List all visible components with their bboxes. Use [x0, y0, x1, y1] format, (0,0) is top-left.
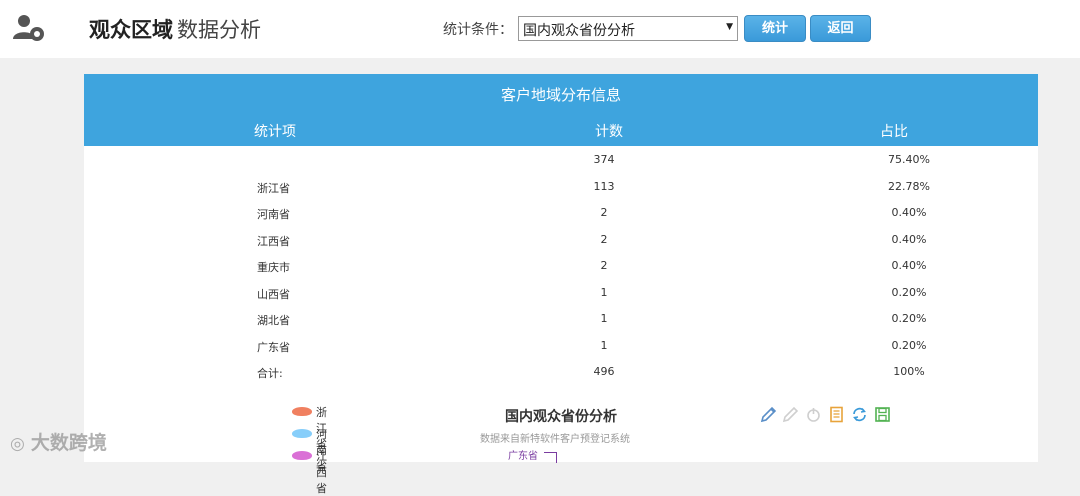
row-percent: 100% — [893, 365, 925, 378]
row-count: 1 — [600, 312, 608, 325]
table-row: 河南省 2 0.40% — [84, 199, 1038, 226]
row-count: 374 — [593, 153, 615, 166]
table-row: 浙江省 113 22.78% — [84, 173, 1038, 200]
back-button[interactable]: 返回 — [810, 15, 871, 42]
row-percent: 0.40% — [891, 232, 927, 246]
dropdown-arrow-icon: ▼ — [726, 22, 733, 32]
filter-select[interactable]: 国内观众省份分析 ▼ — [518, 16, 738, 41]
table-row: 山西省 1 0.20% — [84, 279, 1038, 306]
row-name: 重庆市 — [257, 261, 290, 274]
row-count: 2 — [600, 232, 608, 246]
table-header: 客户地域分布信息 统计项 计数 占比 — [84, 74, 1038, 146]
table-row: 广东省 1 0.20% — [84, 332, 1038, 359]
filter-select-value: 国内观众省份分析 — [523, 23, 635, 39]
legend-label: 江西省 — [316, 450, 327, 495]
map-subtitle: 数据来自新特软件客户预登记系统 — [480, 434, 630, 445]
row-name: 合计: — [257, 367, 283, 380]
pencil-icon[interactable] — [760, 406, 777, 423]
table-row: 湖北省 1 0.20% — [84, 305, 1038, 332]
row-count: 1 — [600, 338, 608, 352]
refresh-icon[interactable] — [851, 406, 868, 423]
table-row: 374 75.40% — [84, 146, 1038, 173]
row-percent: 0.20% — [891, 312, 927, 325]
row-percent: 0.20% — [891, 338, 927, 352]
column-header-percent: 占比 — [880, 124, 908, 140]
legend-swatch — [292, 429, 312, 438]
row-count: 2 — [600, 206, 608, 219]
table-row: 江西省 2 0.40% — [84, 226, 1038, 253]
watermark-text: 大数跨境 — [30, 432, 107, 454]
row-count: 113 — [593, 179, 615, 193]
legend-swatch — [292, 451, 312, 460]
column-header-item: 统计项 — [254, 124, 296, 140]
map-label-line — [544, 452, 557, 463]
row-name: 湖北省 — [257, 314, 290, 327]
row-percent: 75.40% — [888, 153, 930, 166]
row-percent: 0.40% — [891, 259, 927, 272]
map-title-text: 国内观众省份分析 — [505, 409, 617, 425]
row-count: 496 — [593, 365, 615, 378]
map-title: 国内观众省份分析 — [84, 406, 1038, 426]
row-count: 2 — [600, 259, 608, 272]
table-row-total: 合计: 496 100% — [84, 358, 1038, 385]
watermark: ◎ 大数跨境 — [10, 428, 107, 455]
table-body: 374 75.40% 浙江省 113 22.78% 河南省 2 0.40% 江西… — [84, 146, 1038, 385]
row-percent: 0.20% — [891, 285, 927, 299]
page-title-main: 观众区域 — [89, 18, 173, 42]
stat-button[interactable]: 统计 — [744, 15, 806, 42]
result-panel: 客户地域分布信息 统计项 计数 占比 374 75.40% 浙江省 113 22… — [84, 74, 1038, 495]
row-name: 河南省 — [257, 208, 290, 221]
page-title: 观众区域 数据分析 — [89, 14, 261, 44]
row-name: 山西省 — [257, 287, 290, 301]
filter-label: 统计条件： — [443, 22, 513, 38]
row-name: 浙江省 — [257, 181, 290, 195]
table-row: 重庆市 2 0.40% — [84, 252, 1038, 279]
eraser-icon[interactable] — [782, 406, 799, 423]
user-settings-icon — [13, 15, 44, 41]
document-icon[interactable] — [828, 406, 845, 423]
save-icon[interactable] — [874, 406, 891, 423]
watermark-logo-icon: ◎ — [10, 434, 25, 454]
row-percent: 0.40% — [891, 206, 927, 219]
power-icon[interactable] — [805, 406, 822, 423]
table-title: 客户地域分布信息 — [500, 86, 621, 104]
row-count: 1 — [600, 285, 608, 299]
top-bar: 观众区域 数据分析 统计条件： 国内观众省份分析 ▼ 统计 返回 — [0, 0, 1080, 58]
row-name: 江西省 — [257, 234, 290, 248]
page-title-sub: 数据分析 — [177, 18, 261, 42]
map-region-label: 广东省 — [508, 451, 538, 462]
row-percent: 22.78% — [888, 179, 930, 193]
column-header-count: 计数 — [595, 124, 623, 140]
row-name: 广东省 — [257, 340, 290, 354]
